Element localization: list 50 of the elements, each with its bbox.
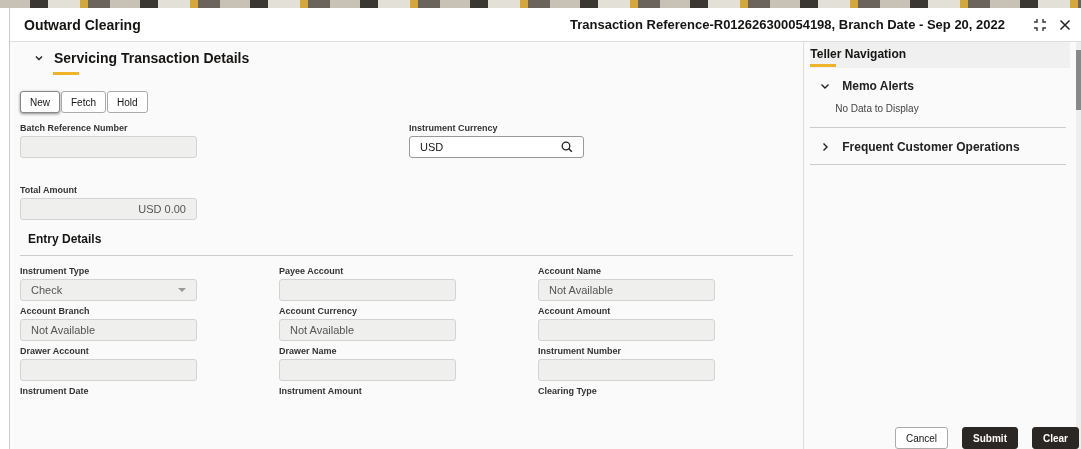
window-title: Outward Clearing — [24, 16, 142, 33]
field-label: Instrument Number — [538, 346, 622, 356]
field-label: Total Amount — [20, 185, 78, 195]
action-button[interactable]: New — [20, 91, 60, 113]
field-label: Clearing Type — [538, 386, 598, 396]
field-label: Drawer Name — [279, 346, 338, 356]
caret-icon — [178, 287, 186, 293]
close-icon[interactable] — [1059, 18, 1071, 31]
input-field[interactable]: Not Available — [20, 319, 197, 341]
search-icon[interactable] — [561, 141, 573, 153]
footer-button[interactable]: Cancel — [894, 427, 949, 449]
section-title: Servicing Transaction Details — [54, 50, 250, 66]
field-label: Instrument Amount — [279, 386, 363, 396]
field-label: Instrument Type — [20, 266, 91, 276]
field-label: Payee Account — [279, 266, 345, 276]
subsection-title: Entry Details — [28, 232, 103, 246]
chevron-icon[interactable] — [34, 53, 44, 63]
collapse-icon[interactable] — [1033, 17, 1047, 32]
field-label: Instrument Date — [20, 386, 90, 396]
action-button[interactable]: Hold — [107, 91, 148, 113]
input-field[interactable] — [20, 359, 197, 381]
field-label: Account Currency — [279, 306, 359, 316]
currency-field[interactable]: USD — [409, 136, 584, 158]
field-label: Batch Reference Number — [20, 123, 129, 133]
input-field[interactable] — [279, 279, 456, 301]
field-label: Drawer Account — [20, 346, 90, 356]
title-underline — [53, 72, 79, 75]
field-label: Account Amount — [538, 306, 612, 316]
accordion-header[interactable]: Frequent Customer Operations — [810, 128, 1067, 164]
field-label: Instrument Currency — [409, 123, 499, 133]
input-field[interactable] — [538, 319, 715, 341]
scrollbar[interactable] — [1076, 42, 1081, 449]
transaction-reference: Transaction Reference-R012626300054198, Branch Date - Sep 20, 2022 — [569, 17, 1005, 32]
dropdown-field[interactable]: Check — [20, 279, 197, 301]
title-underline — [810, 64, 837, 67]
field-label: Account Branch — [20, 306, 91, 316]
input-field[interactable] — [20, 136, 197, 158]
footer-button[interactable]: Submit — [962, 427, 1018, 449]
chevron-icon — [820, 81, 831, 91]
empty-message: No Data to Display — [834, 103, 920, 116]
field-label: Account Name — [538, 266, 602, 276]
action-button[interactable]: Fetch — [61, 91, 107, 113]
footer-button[interactable]: Clear — [1032, 427, 1079, 449]
input-field[interactable] — [279, 359, 456, 381]
panel-title: Teller Navigation — [810, 47, 907, 61]
input-field[interactable]: Not Available — [279, 319, 456, 341]
input-field[interactable]: Not Available — [538, 279, 715, 301]
input-field[interactable] — [538, 359, 715, 381]
amount-field[interactable]: USD 0.00 — [20, 198, 197, 220]
accordion-header[interactable]: Memo Alerts — [810, 67, 1067, 103]
